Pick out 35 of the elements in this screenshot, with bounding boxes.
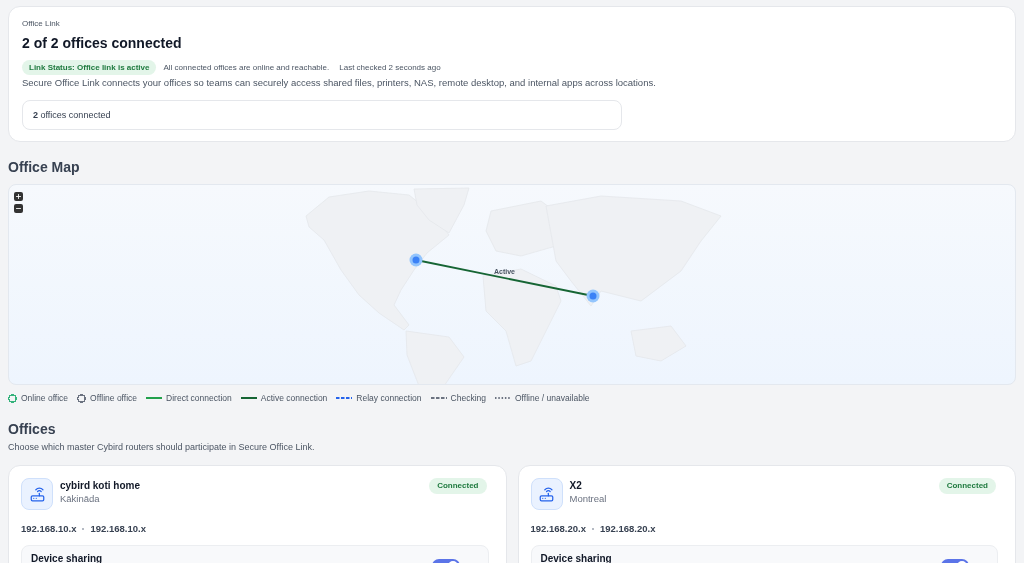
zoom-out-button[interactable] (14, 204, 23, 213)
legend-label: Relay connection (356, 393, 422, 403)
ip-address: 192.168.10.x (90, 523, 146, 535)
legend-label: Offline / unavailable (515, 393, 590, 403)
legend-label: Online office (21, 393, 69, 403)
description-text: Secure Office Link connects your offices so teams can securely access shared files, printers, NAS, remote desktop, and internal apps across locations. (22, 77, 656, 89)
router-icon (530, 478, 563, 510)
plus-icon (15, 193, 22, 200)
office-name: X2 (569, 479, 583, 492)
section-title: Office Map (8, 158, 80, 176)
offices-connected-stat: 2 offices connected (22, 100, 622, 130)
ip-address: 192.168.10.x (21, 523, 77, 535)
legend-label: Checking (450, 393, 486, 403)
legend-label: Direct connection (166, 393, 232, 403)
office-location: Montreal (569, 493, 607, 505)
last-checked-text: Last checked 2 seconds ago (339, 62, 441, 73)
office-location: Kākināda (60, 493, 101, 505)
zoom-in-button[interactable] (14, 192, 23, 201)
section-description: Choose which master Cybird routers should participate in Secure Office Link. (8, 441, 315, 453)
status-badge: Connected (429, 478, 487, 494)
status-badge: Connected (938, 478, 996, 494)
legend-label: Active connection (260, 393, 328, 403)
office-marker[interactable] (586, 289, 600, 303)
office-marker[interactable] (409, 253, 423, 267)
page-title: 2 of 2 offices connected (22, 34, 182, 52)
page-eyebrow: Office Link (22, 19, 60, 29)
section-title: Offices (8, 420, 56, 438)
ip-address: 192.168.20.x (530, 523, 586, 535)
legend-label: Offline office (90, 393, 138, 403)
office-name: cybird koti home (60, 479, 140, 492)
status-note: All connected offices are online and reachable. (163, 62, 330, 73)
minus-icon (15, 205, 22, 212)
status-badge: Link Status: Office link is active (22, 60, 157, 75)
router-icon (21, 478, 53, 510)
ip-address: 192.168.20.x (600, 523, 656, 535)
